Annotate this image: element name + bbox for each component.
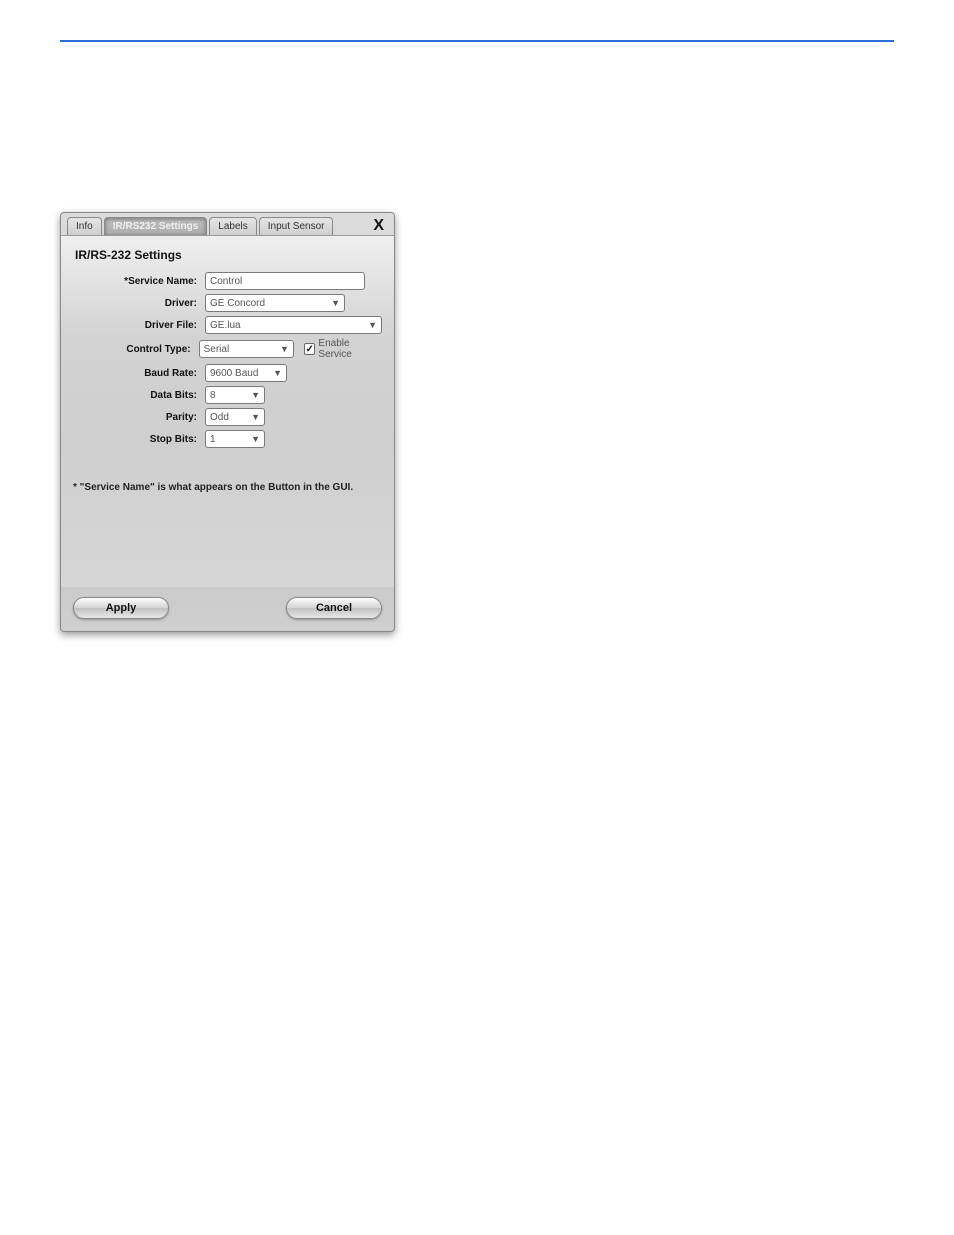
enable-service-label: Enable Service	[318, 338, 382, 360]
control-type-value: Serial	[204, 344, 230, 355]
control-type-select[interactable]: Serial ▼	[199, 340, 294, 358]
data-bits-select[interactable]: 8 ▼	[205, 386, 265, 404]
settings-dialog: Info IR/RS232 Settings Labels Input Sens…	[60, 212, 395, 632]
driver-value: GE Concord	[210, 298, 265, 309]
panel-title: IR/RS-232 Settings	[75, 248, 382, 262]
driver-label: Driver:	[73, 298, 201, 309]
service-name-label: *Service Name:	[73, 276, 201, 287]
tab-input-sensor[interactable]: Input Sensor	[259, 217, 334, 235]
cancel-button[interactable]: Cancel	[286, 597, 382, 619]
check-icon: ✓	[304, 343, 315, 355]
data-bits-value: 8	[210, 390, 216, 401]
data-bits-label: Data Bits:	[73, 390, 201, 401]
tab-labels[interactable]: Labels	[209, 217, 256, 235]
close-icon[interactable]: X	[367, 217, 390, 235]
service-name-input[interactable]	[205, 272, 365, 290]
chevron-down-icon: ▼	[368, 320, 377, 330]
stop-bits-value: 1	[210, 434, 216, 445]
chevron-down-icon: ▼	[280, 344, 289, 354]
stop-bits-label: Stop Bits:	[73, 434, 201, 445]
tab-panel: IR/RS-232 Settings *Service Name: Driver…	[61, 235, 394, 587]
parity-select[interactable]: Odd ▼	[205, 408, 265, 426]
chevron-down-icon: ▼	[251, 412, 260, 422]
chevron-down-icon: ▼	[251, 434, 260, 444]
driver-select[interactable]: GE Concord ▼	[205, 294, 345, 312]
chevron-down-icon: ▼	[251, 390, 260, 400]
tab-info[interactable]: Info	[67, 217, 102, 235]
baud-rate-label: Baud Rate:	[73, 368, 201, 379]
driver-file-value: GE.lua	[210, 320, 241, 331]
dialog-button-bar: Apply Cancel	[61, 587, 394, 631]
parity-label: Parity:	[73, 412, 201, 423]
driver-file-select[interactable]: GE.lua ▼	[205, 316, 382, 334]
stop-bits-select[interactable]: 1 ▼	[205, 430, 265, 448]
apply-button[interactable]: Apply	[73, 597, 169, 619]
baud-rate-select[interactable]: 9600 Baud ▼	[205, 364, 287, 382]
tab-ir-rs232-settings[interactable]: IR/RS232 Settings	[104, 217, 208, 235]
tab-bar: Info IR/RS232 Settings Labels Input Sens…	[61, 213, 394, 235]
page-top-rule	[60, 40, 894, 42]
chevron-down-icon: ▼	[273, 368, 282, 378]
parity-value: Odd	[210, 412, 229, 423]
driver-file-label: Driver File:	[73, 320, 201, 331]
service-name-note: * "Service Name" is what appears on the …	[73, 482, 382, 493]
chevron-down-icon: ▼	[331, 298, 340, 308]
baud-rate-value: 9600 Baud	[210, 368, 258, 379]
control-type-label: Control Type:	[73, 344, 195, 355]
enable-service-checkbox[interactable]: ✓ Enable Service	[304, 338, 382, 360]
